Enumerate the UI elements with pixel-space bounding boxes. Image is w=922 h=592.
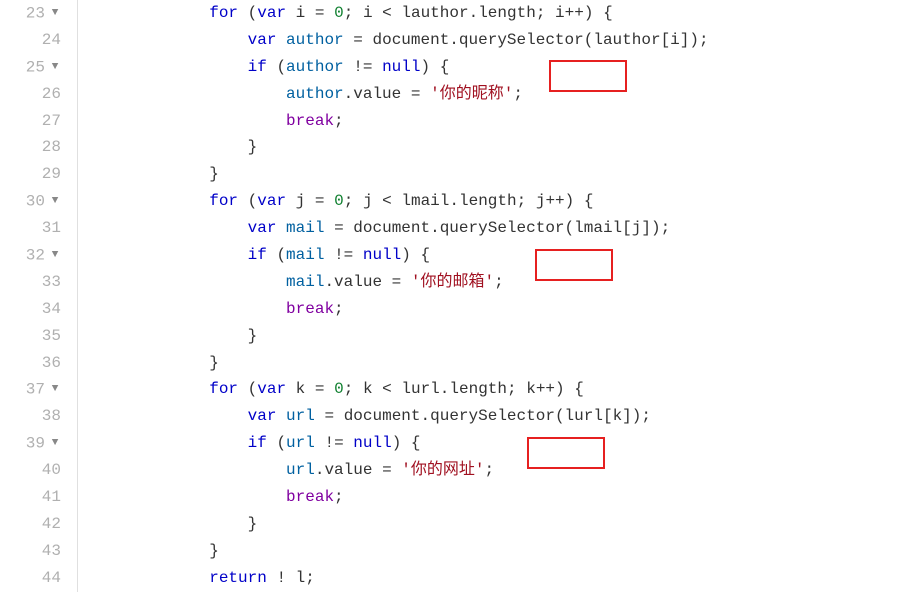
line-number: 29 xyxy=(0,161,61,188)
line-number: 24 xyxy=(0,27,61,54)
code-line[interactable]: url.value = '你的网址'; xyxy=(94,457,922,484)
line-number: 30▼ xyxy=(0,188,61,215)
code-line[interactable]: } xyxy=(94,350,922,377)
code-line[interactable]: var mail = document.querySelector(lmail[… xyxy=(94,215,922,242)
line-number: 36 xyxy=(0,350,61,377)
fold-toggle-icon[interactable]: ▼ xyxy=(49,188,61,215)
code-line[interactable]: return ! l; xyxy=(94,565,922,592)
line-number: 34 xyxy=(0,296,61,323)
line-number: 37▼ xyxy=(0,376,61,403)
line-number: 41 xyxy=(0,484,61,511)
code-line[interactable]: break; xyxy=(94,484,922,511)
code-line[interactable]: var url = document.querySelector(lurl[k]… xyxy=(94,403,922,430)
fold-toggle-icon[interactable]: ▼ xyxy=(49,242,61,269)
line-number: 42 xyxy=(0,511,61,538)
fold-toggle-icon[interactable]: ▼ xyxy=(49,376,61,403)
line-number: 23▼ xyxy=(0,0,61,27)
code-line[interactable]: break; xyxy=(94,296,922,323)
code-line[interactable]: for (var k = 0; k < lurl.length; k++) { xyxy=(94,376,922,403)
code-editor-area[interactable]: for (var i = 0; i < lauthor.length; i++)… xyxy=(78,0,922,592)
code-line[interactable]: if (url != null) { xyxy=(94,430,922,457)
code-line[interactable]: for (var j = 0; j < lmail.length; j++) { xyxy=(94,188,922,215)
code-line[interactable]: } xyxy=(94,134,922,161)
code-line[interactable]: var author = document.querySelector(laut… xyxy=(94,27,922,54)
code-line[interactable]: } xyxy=(94,538,922,565)
line-number: 40 xyxy=(0,457,61,484)
line-number: 28 xyxy=(0,134,61,161)
code-line[interactable]: } xyxy=(94,161,922,188)
code-line[interactable]: mail.value = '你的邮箱'; xyxy=(94,269,922,296)
code-line[interactable]: break; xyxy=(94,108,922,135)
code-line[interactable]: if (author != null) { xyxy=(94,54,922,81)
code-line[interactable]: for (var i = 0; i < lauthor.length; i++)… xyxy=(94,0,922,27)
code-line[interactable]: } xyxy=(94,323,922,350)
line-number: 27 xyxy=(0,108,61,135)
line-number: 43 xyxy=(0,538,61,565)
code-line[interactable]: } xyxy=(94,511,922,538)
line-number-gutter: 23▼2425▼2627282930▼3132▼3334353637▼3839▼… xyxy=(0,0,78,592)
line-number: 33 xyxy=(0,269,61,296)
line-number: 31 xyxy=(0,215,61,242)
line-number: 38 xyxy=(0,403,61,430)
code-line[interactable]: author.value = '你的昵称'; xyxy=(94,81,922,108)
line-number: 35 xyxy=(0,323,61,350)
line-number: 25▼ xyxy=(0,54,61,81)
line-number: 44 xyxy=(0,565,61,592)
fold-toggle-icon[interactable]: ▼ xyxy=(49,430,61,457)
line-number: 26 xyxy=(0,81,61,108)
fold-toggle-icon[interactable]: ▼ xyxy=(49,0,61,27)
line-number: 39▼ xyxy=(0,430,61,457)
fold-toggle-icon[interactable]: ▼ xyxy=(49,54,61,81)
line-number: 32▼ xyxy=(0,242,61,269)
code-line[interactable]: if (mail != null) { xyxy=(94,242,922,269)
